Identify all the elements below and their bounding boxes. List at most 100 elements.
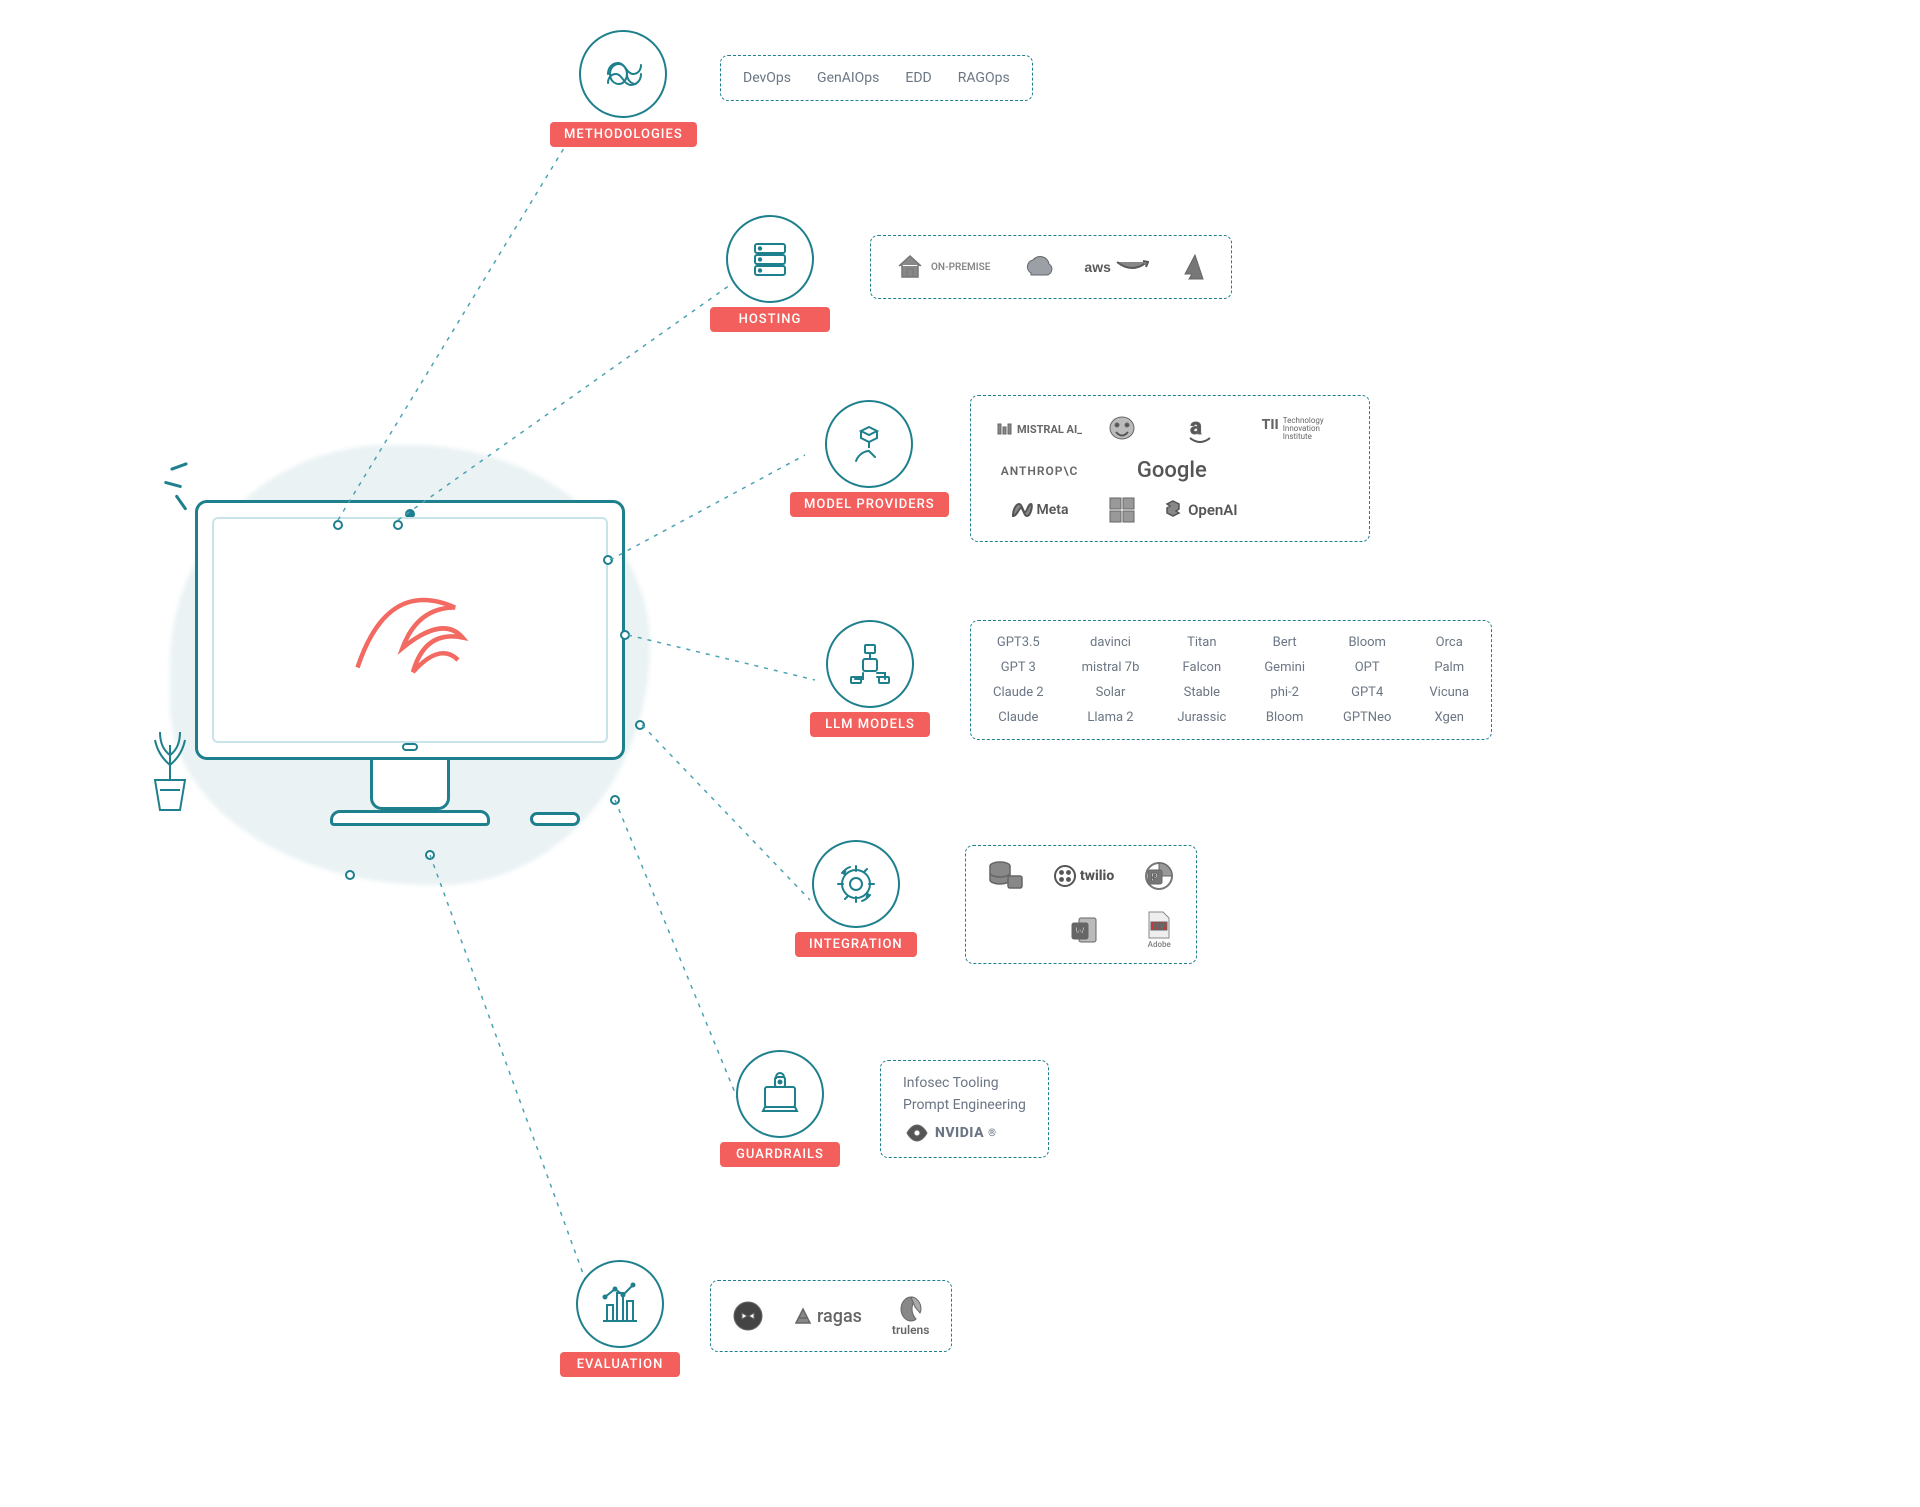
integration-label: INTEGRATION [795,932,917,957]
llm-item: Bloom [1264,710,1305,725]
integration-icon [812,840,900,928]
evaluation-icon [576,1260,664,1348]
llm-item: GPT3.5 [993,635,1044,650]
openai-logo: OpenAI [1162,499,1238,521]
evaluation-label: EVALUATION [560,1352,680,1377]
connector-dot [610,795,620,805]
on-premise-text: ON-PREMISE [931,262,990,273]
llm-item: Claude [993,710,1044,725]
anthropic-logo: ANTHROP\C [1001,464,1079,478]
deepeval-logo-icon [733,1301,763,1331]
llm-item: Palm [1429,660,1469,675]
monitor [195,500,625,760]
llm-item: Stable [1177,685,1226,700]
on-premise-logo: ON-PREMISE [893,250,990,284]
llm-item: GPT4 [1343,685,1391,700]
guardrails-box: Infosec Tooling Prompt Engineering NVIDI… [880,1060,1049,1158]
aws-text: aws [1084,259,1110,275]
llm-item: Falcon [1177,660,1226,675]
google-logo: Google [1137,458,1207,483]
llm-item: Bloom [1343,635,1391,650]
methodology-item: GenAIOps [817,70,879,86]
mistral-logo: MISTRAL AI_ [997,421,1082,437]
model-providers-icon [825,400,913,488]
powerpoint-icon: P [1144,861,1174,891]
llm-item: Gemini [1264,660,1305,675]
methodology-item: DevOps [743,70,791,86]
guardrails-line: Infosec Tooling [903,1075,999,1091]
svg-text:W: W [1075,925,1085,938]
nvidia-logo: NVIDIA® [903,1123,996,1143]
amazon-logo-icon: a [1187,414,1213,444]
wave-logo-icon [335,555,485,705]
model-providers-label: MODEL PROVIDERS [790,492,949,517]
word-icon: W [1069,915,1099,945]
llm-item: GPTNeo [1343,710,1391,725]
monitor-screen [212,517,608,743]
methodologies-label: METHODOLOGIES [550,122,697,147]
huggingface-logo-icon [1106,414,1138,444]
llm-models-box: GPT3.5 davinci Titan Bert Bloom Orca GPT 3 mis… [970,620,1492,740]
llm-item: Llama 2 [1082,710,1140,725]
monitor-base [330,810,490,826]
connector-dot [620,630,630,640]
llm-models-label: LLM MODELS [810,712,930,737]
trulens-logo: trulens [892,1295,930,1337]
methodology-item: RAGOps [958,70,1010,86]
llm-item: Bert [1264,635,1305,650]
hosting-label: HOSTING [710,307,830,332]
node-model-providers: MODEL PROVIDERS [790,400,949,517]
integration-box: twilio P W PDFAdobe [965,845,1197,964]
meta-logo: Meta [1011,502,1069,518]
node-methodologies: METHODOLOGIES [550,30,697,147]
tii-logo: TIITechnology Innovation Institute [1262,417,1343,441]
mouse [530,812,580,826]
node-integration: INTEGRATION [795,840,917,957]
svg-text:a: a [1190,415,1202,440]
guardrails-label: GUARDRAILS [720,1142,840,1167]
guardrails-icon [736,1050,824,1138]
llm-grid: GPT3.5 davinci Titan Bert Bloom Orca GPT 3 mis… [993,635,1469,725]
monitor-power-button [402,743,418,751]
plant-icon [130,720,210,824]
gcp-logo-icon [1020,253,1054,281]
model-providers-box: MISTRAL AI_ a TIITechnology Innovation I… [970,395,1370,542]
connector-dot [333,520,343,530]
llm-item: GPT 3 [993,660,1044,675]
pdf-icon: PDFAdobe [1145,910,1173,949]
monitor-stand [370,760,450,810]
llm-item: Titan [1177,635,1226,650]
llm-item: Jurassic [1177,710,1226,725]
connector-dot [345,870,355,880]
methodology-item: EDD [905,70,931,86]
llm-item: Xgen [1429,710,1469,725]
llm-item: Claude 2 [993,685,1044,700]
diagram-canvas: METHODOLOGIES DevOps GenAIOps EDD RAGOps… [0,0,1920,1507]
svg-text:PDF: PDF [1153,923,1166,931]
node-llm-models: LLM MODELS [810,620,930,737]
node-guardrails: GUARDRAILS [720,1050,840,1167]
methodologies-icon [579,30,667,118]
llm-item: Orca [1429,635,1469,650]
connector-dot [425,850,435,860]
connector-dot [603,555,613,565]
llm-item: mistral 7b [1082,660,1140,675]
guardrails-line: Prompt Engineering [903,1097,1026,1113]
connector-dot [635,720,645,730]
hosting-icon [726,215,814,303]
hosting-box: ON-PREMISE aws [870,235,1232,299]
node-evaluation: EVALUATION [560,1260,680,1377]
twilio-logo: twilio [1054,865,1114,887]
ragas-logo: ragas [793,1306,862,1327]
database-icon [988,860,1024,892]
llm-models-icon [826,620,914,708]
evaluation-box: ragas trulens [710,1280,952,1352]
node-hosting: HOSTING [710,215,830,332]
methodologies-box: DevOps GenAIOps EDD RAGOps [720,55,1033,101]
llm-item: davinci [1082,635,1140,650]
connector-dot [393,520,403,530]
microsoft-logo-icon [1109,497,1135,523]
azure-logo-icon [1179,252,1209,282]
llm-item: Solar [1082,685,1140,700]
llm-item: phi-2 [1264,685,1305,700]
